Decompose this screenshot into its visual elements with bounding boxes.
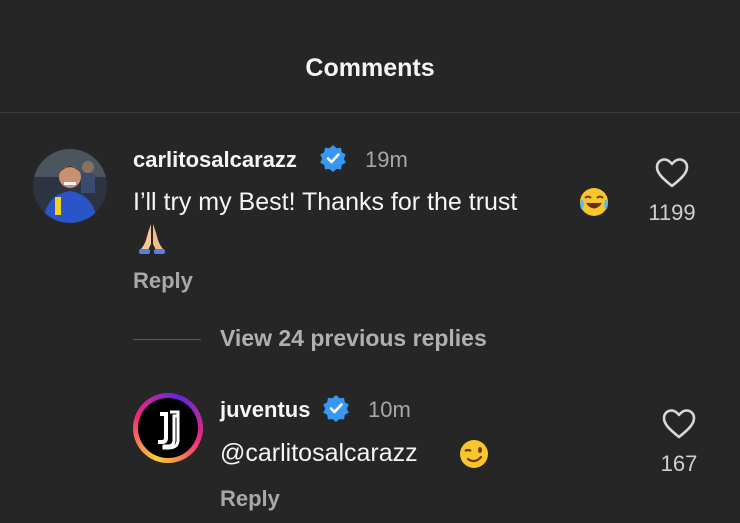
praying-hands-emoji-icon (139, 224, 165, 254)
avatar-background (138, 398, 198, 458)
comment-username[interactable]: carlitosalcarazz (133, 147, 297, 173)
reply-text: @carlitosalcarazz (220, 439, 418, 467)
reply-button[interactable]: Reply (133, 268, 193, 294)
like-count: 167 (660, 451, 698, 476)
heart-icon[interactable] (661, 408, 697, 440)
verified-badge-icon (320, 145, 346, 172)
juventus-logo-icon (158, 410, 180, 450)
view-previous-replies-button[interactable]: View 24 previous replies (220, 325, 487, 352)
reply-time: 10m (368, 397, 411, 422)
avatar[interactable] (133, 393, 203, 463)
like-count: 1199 (648, 200, 696, 225)
page-title: Comments (305, 54, 435, 82)
reply-button[interactable]: Reply (220, 486, 280, 512)
comment-time: 19m (365, 147, 408, 172)
laughing-emoji-icon (580, 188, 608, 216)
thread-divider (133, 339, 201, 340)
heart-icon[interactable] (654, 157, 690, 189)
avatar[interactable] (33, 149, 107, 223)
comments-header: Comments (0, 0, 740, 113)
winking-emoji-icon (460, 440, 488, 468)
verified-badge-icon (323, 395, 349, 422)
comment-text: I’ll try my Best! Thanks for the trust (133, 188, 518, 216)
avatar-photo (33, 149, 107, 223)
reply-username[interactable]: juventus (220, 397, 310, 423)
